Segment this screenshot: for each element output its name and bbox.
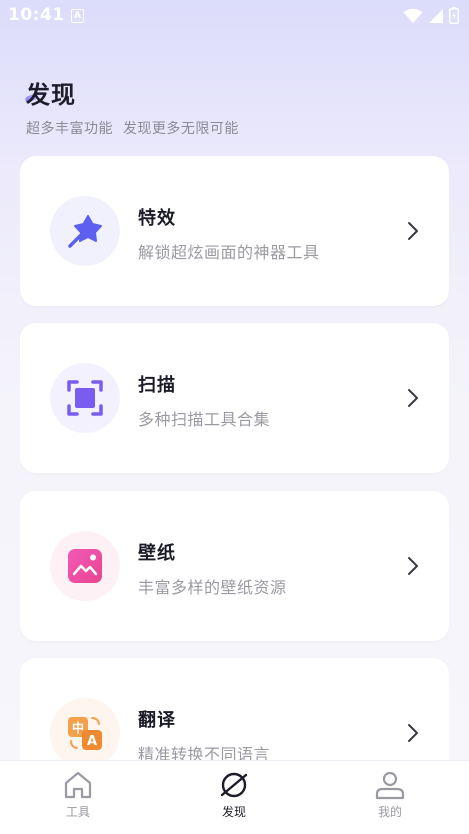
tab-label: 发现 <box>221 805 246 819</box>
feature-icon-container <box>50 196 120 266</box>
feature-description: 多种扫描工具合集 <box>138 410 271 429</box>
status-time: 10:41 <box>8 5 65 25</box>
bottom-tab-bar: 工具 发现 我的 <box>0 760 469 834</box>
feature-title: 翻译 <box>138 710 176 731</box>
scan-frame-icon <box>67 380 103 416</box>
planet-icon <box>220 772 248 798</box>
feature-icon-container <box>50 531 120 601</box>
feature-description: 丰富多样的壁纸资源 <box>138 578 287 597</box>
feature-title: 壁纸 <box>138 543 176 564</box>
user-icon <box>375 771 405 800</box>
status-icons <box>403 7 459 24</box>
feature-card-effects[interactable]: 特效 解锁超炫画面的神器工具 <box>20 156 449 306</box>
chevron-right-icon <box>408 389 418 407</box>
page-title: 发现 <box>24 75 239 110</box>
battery-icon <box>449 7 459 24</box>
feature-description: 精准转换不同语言 <box>138 745 271 760</box>
feature-list[interactable]: 特效 解锁超炫画面的神器工具 扫描 多种扫描工具合集 壁纸 丰富多样的壁纸资源 … <box>20 156 449 760</box>
feature-card-wallpaper[interactable]: 壁纸 丰富多样的壁纸资源 <box>20 491 449 641</box>
tab-discover[interactable]: 发现 <box>194 770 274 820</box>
chevron-right-icon <box>408 557 418 575</box>
page-subtitle: 超多丰富功能 发现更多无限可能 <box>26 121 239 137</box>
feature-description: 解锁超炫画面的神器工具 <box>138 243 320 262</box>
tab-tools[interactable]: 工具 <box>38 770 118 820</box>
page-header: 发现 超多丰富功能 发现更多无限可能 <box>24 75 239 138</box>
tab-label: 工具 <box>65 805 90 819</box>
feature-title: 特效 <box>138 208 176 229</box>
feature-card-scan[interactable]: 扫描 多种扫描工具合集 <box>20 323 449 473</box>
page-title-text: 发现 <box>26 81 76 109</box>
signal-icon <box>429 8 443 23</box>
tab-label: 我的 <box>377 805 402 819</box>
feature-icon-container: 中 A <box>50 698 120 760</box>
feature-card-translate[interactable]: 中 A 翻译 精准转换不同语言 <box>20 658 449 760</box>
feature-title: 扫描 <box>138 375 176 396</box>
svg-text:A: A <box>87 734 97 749</box>
tab-profile[interactable]: 我的 <box>350 770 430 820</box>
chevron-right-icon <box>408 724 418 742</box>
feature-icon-container <box>50 363 120 433</box>
home-icon <box>64 771 92 799</box>
notification-icon: A <box>71 9 84 23</box>
status-bar: 10:41 A <box>0 0 469 32</box>
wallpaper-image-icon <box>68 549 102 583</box>
translate-icon: 中 A <box>68 717 102 750</box>
magic-wand-star-icon <box>68 215 102 248</box>
chevron-right-icon <box>408 222 418 240</box>
wifi-icon <box>403 8 423 23</box>
